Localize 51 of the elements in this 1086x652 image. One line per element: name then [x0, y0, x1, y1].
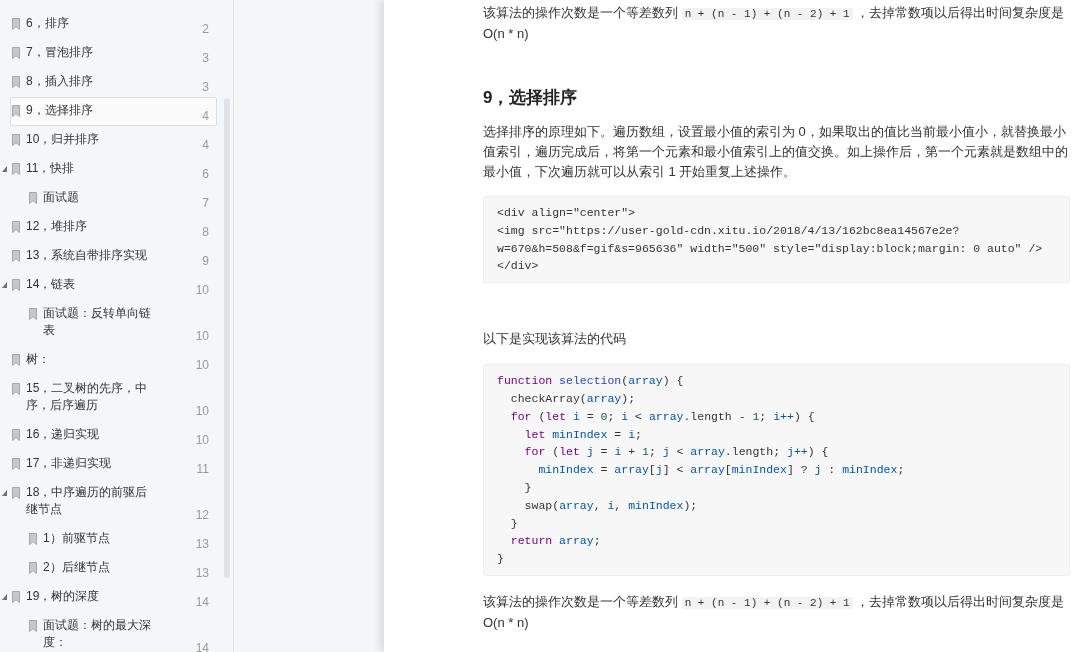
- outline-item[interactable]: 1）前驱节点 13: [10, 525, 217, 554]
- bookmark-icon: [12, 18, 20, 30]
- outline-item[interactable]: 面试题：反转单向链表 10: [10, 300, 217, 346]
- bookmark-icon: [12, 47, 20, 59]
- outline-item[interactable]: 14，链表 10: [10, 271, 217, 300]
- outline-item[interactable]: 13，系统自带排序实现 9: [10, 242, 217, 271]
- outline-item[interactable]: 8，插入排序 3: [10, 68, 217, 97]
- outline-item[interactable]: 17，非递归实现 11: [10, 450, 217, 479]
- bookmark-icon: [29, 620, 37, 632]
- bookmark-icon: [12, 105, 20, 117]
- outline-item[interactable]: 16，递归实现 10: [10, 421, 217, 450]
- outline-item[interactable]: 2）后继节点 13: [10, 554, 217, 583]
- bookmark-icon: [12, 163, 20, 175]
- outline-item[interactable]: 7，冒泡排序 3: [10, 39, 217, 68]
- outline-item[interactable]: 树： 10: [10, 346, 217, 375]
- expand-triangle-icon[interactable]: [2, 166, 7, 172]
- code-block: <div align="center"> <img src="https://user-gold-cdn.xitu.io/2018/4/13/162bc8ea14567e2e? w=670&h=508&f=gif&s=965636" width="500" style="display:block;margin: 0 auto" /> </div>: [483, 196, 1070, 284]
- bookmark-icon: [12, 221, 20, 233]
- paragraph: 该算法的操作次数是一个等差数列 n + (n - 1) + (n - 2) + 1 ，去掉常数项以后得出时间复杂度是 O(n * n): [483, 592, 1066, 632]
- bookmark-icon: [29, 192, 37, 204]
- bookmark-icon: [12, 354, 20, 366]
- outline-item[interactable]: 19，树的深度 14: [10, 583, 217, 612]
- bookmark-icon: [12, 487, 20, 499]
- bookmark-icon: [29, 308, 37, 320]
- bookmark-icon: [12, 76, 20, 88]
- outline-item[interactable]: 15，二叉树的先序，中序，后序遍历 10: [10, 375, 217, 421]
- outline-item[interactable]: 面试题：树的最大深度： 14: [10, 612, 217, 652]
- outline-item[interactable]: 6，排序 2: [10, 10, 217, 39]
- expand-triangle-icon[interactable]: [2, 282, 7, 288]
- paragraph: 选择排序的原理如下。遍历数组，设置最小值的索引为 0，如果取出的值比当前最小值小，就替换最小 值索引，遍历完成后，将第一个元素和最小值索引上的值交换。如上操作后，第一个元素就是数组中的 最小值，下次遍历就可以从索引 1 开始重复上述操作。: [483, 123, 1069, 181]
- bookmark-icon: [29, 562, 37, 574]
- bookmark-icon: [12, 458, 20, 470]
- bookmark-icon: [12, 591, 20, 603]
- section-heading: 9，选择排序: [483, 87, 579, 109]
- outline-item[interactable]: 9，选择排序 4: [10, 97, 217, 126]
- paragraph: 以下是实现该算法的代码: [483, 330, 627, 349]
- paragraph: 该算法的操作次数是一个等差数列 n + (n - 1) + (n - 2) + 1 ，去掉常数项以后得出时间复杂度是 O(n * n): [483, 4, 1066, 43]
- bookmark-icon: [12, 429, 20, 441]
- bookmark-icon: [12, 383, 20, 395]
- code-block: function selection(array) { checkArray(array); for (let i = 0; i < array.length - 1; i++) { let minIndex = i; for (let j = i + 1; j < array.length; j++) { minIndex = array[j] < array[minIndex] ? j : minIndex; } swap(array, i, minIndex); } return array; }: [483, 364, 1070, 576]
- outline-item[interactable]: 10，归并排序 4: [10, 126, 217, 155]
- outline-item[interactable]: 面试题 7: [10, 184, 217, 213]
- bookmark-icon: [29, 533, 37, 545]
- expand-triangle-icon[interactable]: [2, 490, 7, 496]
- outline-item[interactable]: 18，中序遍历的前驱后继节点 12: [10, 479, 217, 525]
- bookmark-icon: [12, 250, 20, 262]
- bookmark-icon: [12, 279, 20, 291]
- outline-item[interactable]: 12，堆排序 8: [10, 213, 217, 242]
- expand-triangle-icon[interactable]: [2, 594, 7, 600]
- bookmark-icon: [12, 134, 20, 146]
- outline-item[interactable]: 11，快排 6: [10, 155, 217, 184]
